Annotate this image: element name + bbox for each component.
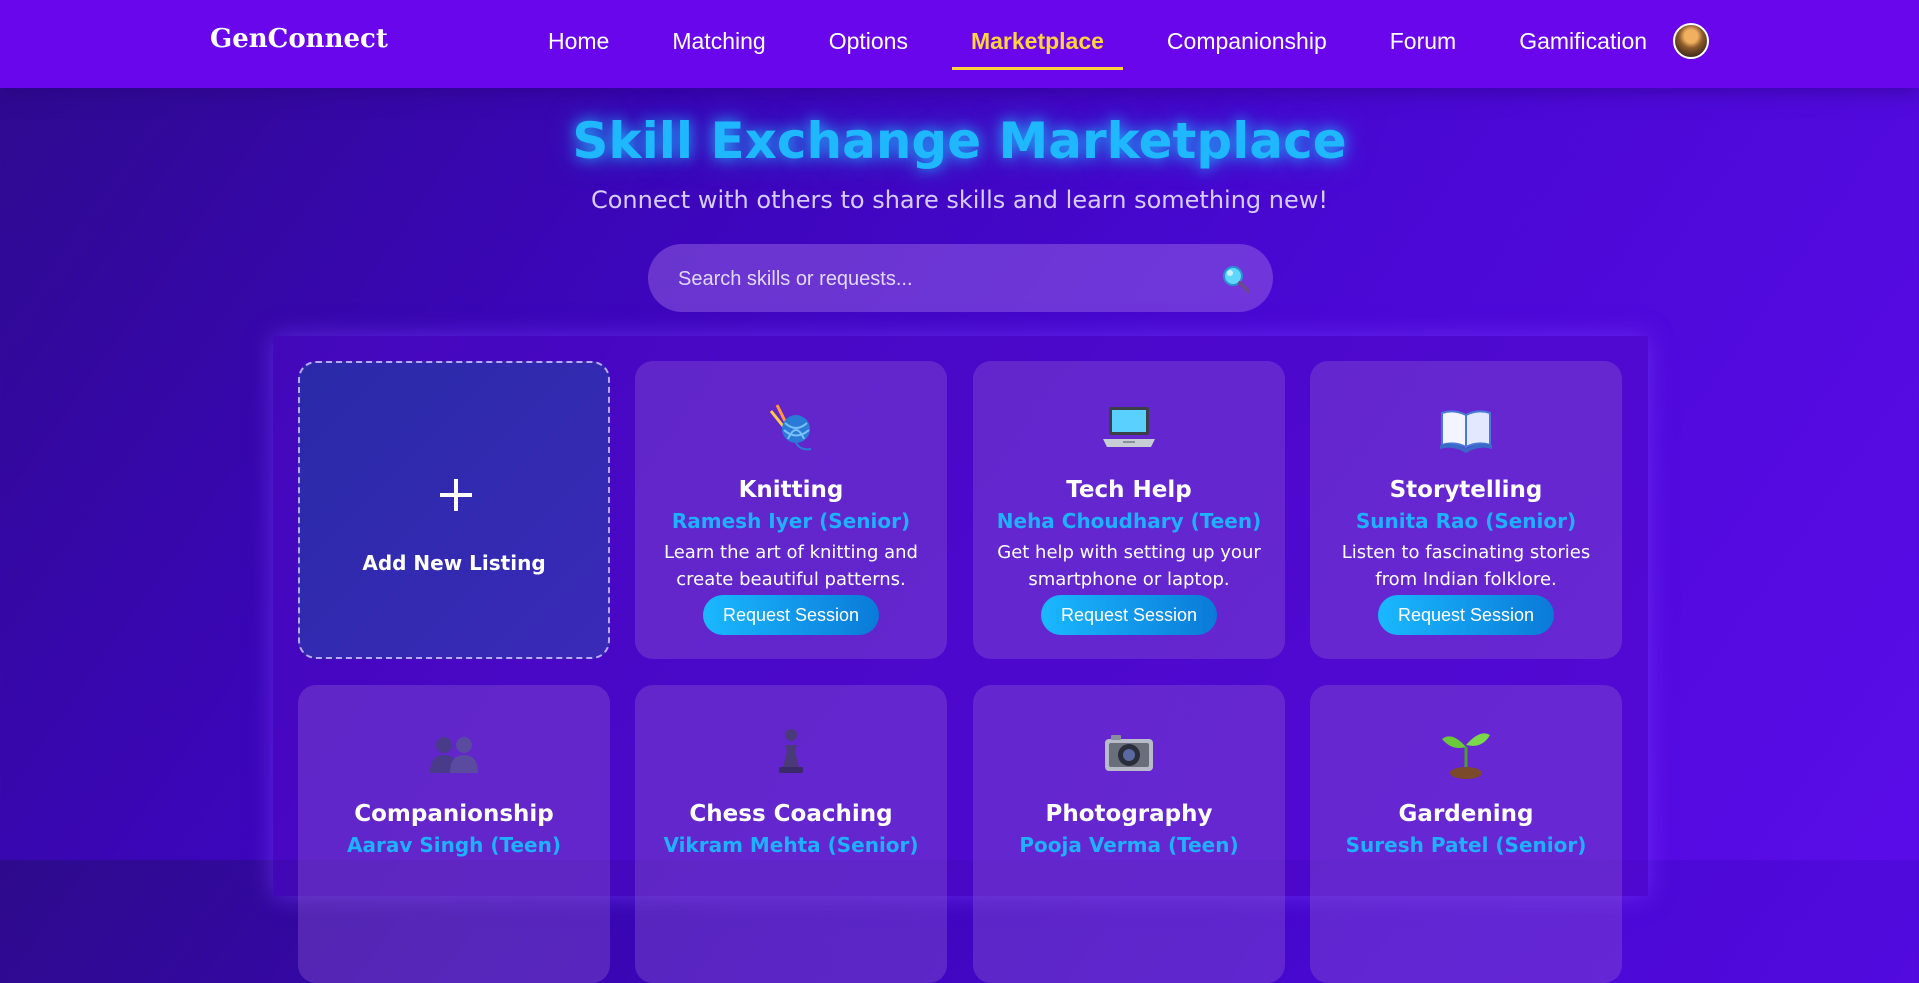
book-icon [1310, 399, 1622, 455]
listing-owner[interactable]: Aarav Singh (Teen) [298, 833, 610, 857]
request-session-button[interactable]: Request Session [1378, 595, 1554, 635]
listing-owner[interactable]: Pooja Verma (Teen) [973, 833, 1285, 857]
page-title: Skill Exchange Marketplace [572, 112, 1347, 170]
listing-owner[interactable]: Suresh Patel (Senior) [1310, 833, 1622, 857]
listing-card-storytelling: Storytelling Sunita Rao (Senior) Listen … [1310, 361, 1622, 659]
listing-description: Listen to fascinating stories from India… [1341, 542, 1591, 590]
listing-title: Gardening [1398, 801, 1534, 827]
listing-owner[interactable]: Vikram Mehta (Senior) [635, 833, 947, 857]
listing-description: Get help with setting up your smartphone… [997, 542, 1261, 590]
avatar[interactable] [1673, 23, 1709, 59]
listing-owner[interactable]: Ramesh Iyer (Senior) [635, 509, 947, 533]
listing-title: Tech Help [1066, 477, 1192, 503]
listing-owner[interactable]: Neha Choudhary (Teen) [973, 509, 1285, 533]
search-input[interactable] [676, 244, 1200, 314]
nav-forum[interactable]: Forum [1390, 0, 1456, 88]
nav-companionship[interactable]: Companionship [1167, 0, 1327, 88]
chess-pawn-icon [635, 723, 947, 779]
add-listing-label: Add New Listing [362, 551, 546, 575]
listing-card-tech-help: Tech Help Neha Choudhary (Teen) Get help… [973, 361, 1285, 659]
nav-options[interactable]: Options [829, 0, 908, 88]
listing-title: Chess Coaching [689, 801, 893, 827]
listing-title: Storytelling [1389, 477, 1543, 503]
seedling-icon [1310, 723, 1622, 779]
page-subtitle: Connect with others to share skills and … [590, 186, 1329, 214]
nav-links: Home Matching Options Marketplace Compan… [548, 0, 1710, 88]
listing-title: Photography [1045, 801, 1213, 827]
plus-icon [440, 479, 472, 511]
search-bar [648, 244, 1273, 314]
listings-panel: Add New Listing Knitting Ramesh Iyer (Se… [273, 336, 1648, 983]
yarn-icon [635, 399, 947, 455]
listing-card-chess-coaching: Chess Coaching Vikram Mehta (Senior) [635, 685, 947, 983]
camera-icon [973, 723, 1285, 779]
nav-marketplace[interactable]: Marketplace [951, 0, 1123, 88]
listing-title: Companionship [354, 801, 554, 827]
listing-card-photography: Photography Pooja Verma (Teen) [973, 685, 1285, 983]
nav-home[interactable]: Home [548, 0, 609, 88]
people-icon [298, 723, 610, 779]
listing-title: Knitting [738, 477, 844, 503]
nav-matching[interactable]: Matching [672, 0, 765, 88]
laptop-icon [973, 399, 1285, 455]
nav-gamification[interactable]: Gamification [1519, 0, 1647, 88]
request-session-button[interactable]: Request Session [703, 595, 879, 635]
add-listing-card[interactable]: Add New Listing [298, 361, 610, 659]
listing-card-companionship: Companionship Aarav Singh (Teen) [298, 685, 610, 983]
listing-card-knitting: Knitting Ramesh Iyer (Senior) Learn the … [635, 361, 947, 659]
search-icon[interactable] [1221, 264, 1251, 294]
top-navbar: GenConnect Home Matching Options Marketp… [0, 0, 1919, 88]
listing-description: Learn the art of knitting and create bea… [664, 542, 918, 590]
listing-card-gardening: Gardening Suresh Patel (Senior) [1310, 685, 1622, 983]
listing-owner[interactable]: Sunita Rao (Senior) [1310, 509, 1622, 533]
logo[interactable]: GenConnect [210, 24, 388, 54]
request-session-button[interactable]: Request Session [1041, 595, 1217, 635]
